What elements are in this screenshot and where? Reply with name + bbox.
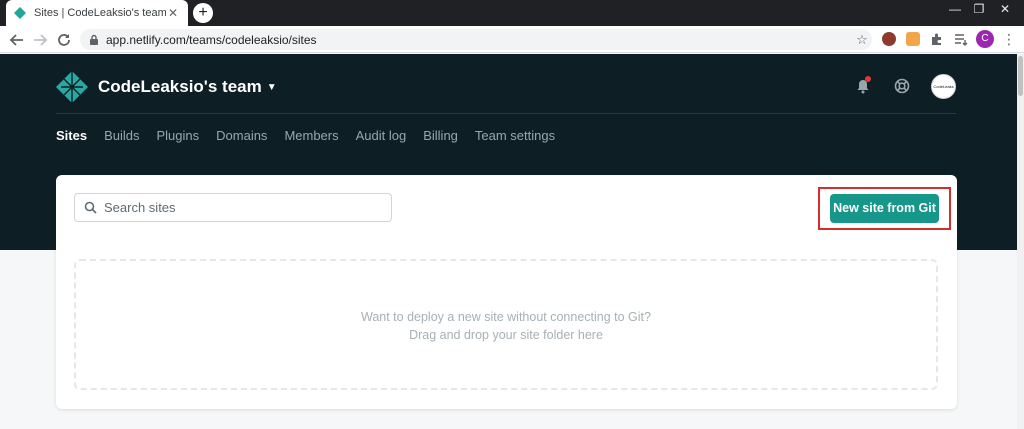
window-close-icon[interactable]: ✕ bbox=[990, 0, 1020, 20]
notification-badge bbox=[865, 76, 871, 82]
profile-avatar[interactable]: C bbox=[976, 30, 994, 48]
scrollbar-thumb[interactable] bbox=[1018, 56, 1023, 96]
avatar-text: CodeLeaks bbox=[933, 84, 954, 89]
nav-domains[interactable]: Domains bbox=[216, 128, 267, 143]
nav-billing[interactable]: Billing bbox=[423, 128, 458, 143]
lock-icon bbox=[90, 34, 98, 45]
dropzone-prompt: Want to deploy a new site without connec… bbox=[361, 310, 651, 324]
forward-arrow-icon[interactable] bbox=[31, 31, 49, 49]
user-avatar[interactable]: CodeLeaks bbox=[931, 74, 956, 99]
nav-plugins[interactable]: Plugins bbox=[157, 128, 200, 143]
address-bar[interactable]: app.netlify.com/teams/codeleaksio/sites … bbox=[80, 29, 872, 50]
new-tab-button[interactable]: + bbox=[193, 3, 213, 23]
nav-team-settings[interactable]: Team settings bbox=[475, 128, 555, 143]
nav-sites[interactable]: Sites bbox=[56, 128, 87, 143]
search-icon bbox=[84, 201, 97, 214]
team-name: CodeLeaksio's team bbox=[98, 77, 262, 96]
new-site-from-git-button[interactable]: New site from Git bbox=[830, 194, 939, 223]
extension-icon[interactable] bbox=[930, 32, 944, 46]
nav-members[interactable]: Members bbox=[284, 128, 338, 143]
browser-tab[interactable]: Sites | CodeLeaksio's team ✕ bbox=[6, 0, 188, 26]
support-lifebuoy-icon[interactable] bbox=[894, 78, 910, 94]
browser-toolbar: app.netlify.com/teams/codeleaksio/sites … bbox=[0, 26, 1024, 53]
team-switcher[interactable]: CodeLeaksio's team ▼ bbox=[98, 77, 277, 97]
nav-builds[interactable]: Builds bbox=[104, 128, 139, 143]
browser-tab-strip: Sites | CodeLeaksio's team ✕ + — ❐ ✕ bbox=[0, 0, 1024, 26]
chevron-down-icon: ▼ bbox=[266, 81, 277, 93]
back-arrow-icon[interactable] bbox=[8, 31, 26, 49]
netlify-favicon-icon bbox=[14, 7, 26, 19]
search-box[interactable] bbox=[74, 193, 392, 222]
dropzone-instruction: Drag and drop your site folder here bbox=[409, 328, 603, 342]
reading-list-icon[interactable] bbox=[954, 32, 968, 46]
drop-zone[interactable]: Want to deploy a new site without connec… bbox=[74, 259, 938, 390]
tab-close-icon[interactable]: ✕ bbox=[166, 6, 180, 20]
reload-icon[interactable] bbox=[55, 31, 73, 49]
extension-ladybug-icon[interactable] bbox=[882, 32, 896, 46]
menu-dots-icon[interactable]: ⋮ bbox=[1002, 31, 1016, 49]
netlify-logo-icon[interactable] bbox=[55, 70, 89, 104]
url-text: app.netlify.com/teams/codeleaksio/sites bbox=[106, 32, 317, 47]
header-divider bbox=[56, 113, 956, 114]
star-icon[interactable]: ☆ bbox=[852, 32, 872, 48]
team-nav: Sites Builds Plugins Domains Members Aud… bbox=[56, 128, 572, 143]
tab-title: Sites | CodeLeaksio's team bbox=[34, 7, 166, 19]
sites-card: New site from Git Want to deploy a new s… bbox=[56, 175, 957, 409]
search-input[interactable] bbox=[104, 200, 384, 215]
nav-audit-log[interactable]: Audit log bbox=[356, 128, 407, 143]
extension-orange-icon[interactable] bbox=[906, 32, 920, 46]
page-scrollbar[interactable] bbox=[1017, 54, 1024, 429]
